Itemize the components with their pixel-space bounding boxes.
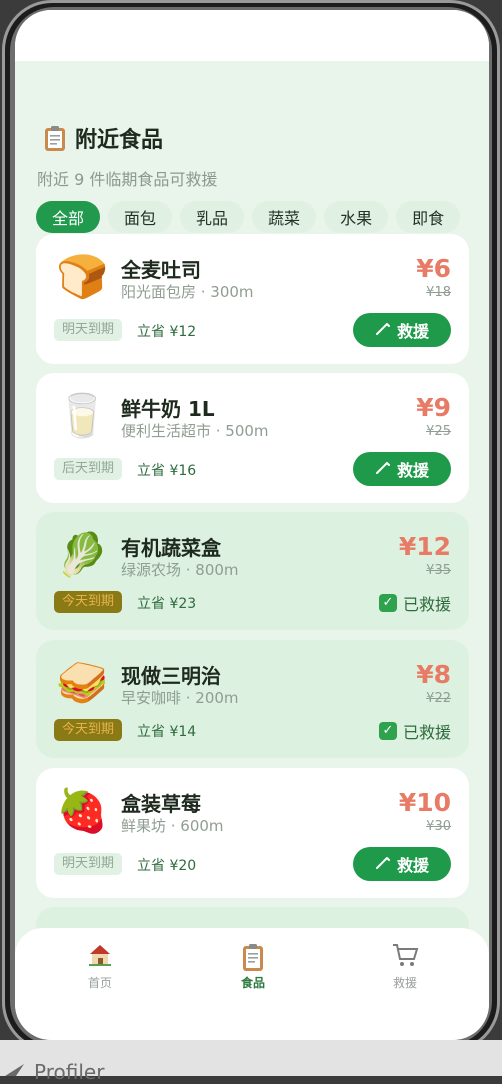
tab-food[interactable]: 食品 <box>223 942 283 991</box>
saving-text: 立省 ¥14 <box>137 724 197 740</box>
expiry-badge: 今天到期 <box>54 719 123 741</box>
category-filter: 全部 面包 乳品 蔬菜 水果 即食 <box>36 201 489 233</box>
filter-chip-ready-meal[interactable]: 即食 <box>396 201 461 233</box>
filter-chip-all[interactable]: 全部 <box>36 201 101 233</box>
discount-price: ¥9 <box>416 393 451 422</box>
checkmark-icon: ✓ <box>378 722 397 740</box>
tab-home-label: 首页 <box>87 976 112 990</box>
shop-distance: 便利生活超市 · 500m <box>121 422 269 440</box>
clipboard-icon <box>43 124 67 152</box>
saving-text: 立省 ¥16 <box>137 463 197 479</box>
original-price: ¥35 <box>426 563 451 578</box>
rescue-button-label: 救援 <box>396 461 429 480</box>
shop-distance: 绿源农场 · 800m <box>121 561 239 579</box>
expiry-badge: 后天到期 <box>54 458 123 480</box>
discount-price: ¥8 <box>416 660 451 689</box>
milk-icon: 🥛 <box>56 391 109 440</box>
rescued-status: ✓ 已救援 <box>378 591 451 615</box>
rescue-icon <box>375 321 391 340</box>
page-subtitle: 附近 9 件临期食品可救援 <box>37 170 218 189</box>
saving-text: 立省 ¥12 <box>137 324 197 340</box>
lettuce-icon: 🥬 <box>56 530 109 579</box>
original-price: ¥22 <box>426 691 451 706</box>
rescued-status: ✓ 已救援 <box>378 719 451 743</box>
shop-distance: 早安咖啡 · 200m <box>121 689 239 707</box>
house-icon <box>87 942 113 972</box>
sandwich-icon: 🥪 <box>56 658 109 707</box>
rescue-button-label: 救援 <box>396 856 429 875</box>
food-card[interactable]: 🥛 鲜牛奶 1L 便利生活超市 · 500m ¥9 ¥25 后天到期 立省 ¥1… <box>36 373 469 503</box>
expiry-badge: 今天到期 <box>54 591 123 613</box>
filter-chip-bread[interactable]: 面包 <box>108 201 173 233</box>
saving-text: 立省 ¥20 <box>137 858 197 874</box>
expiry-badge: 明天到期 <box>54 853 123 875</box>
strawberry-icon: 🍓 <box>56 786 109 835</box>
checkmark-icon: ✓ <box>378 594 397 612</box>
rescue-button[interactable]: 救援 <box>353 452 451 486</box>
food-card[interactable]: 🥬 有机蔬菜盒 绿源农场 · 800m ¥12 ¥35 今天到期 立省 ¥23 … <box>36 512 469 630</box>
food-card[interactable]: 🍞 全麦吐司 阳光面包房 · 300m ¥6 ¥18 明天到期 立省 ¥12 救… <box>36 234 469 364</box>
rescue-button[interactable]: 救援 <box>353 313 451 347</box>
profiler-tab[interactable]: Profiler <box>34 1060 104 1084</box>
page-title: 附近食品 <box>75 128 164 153</box>
saving-text: 立省 ¥23 <box>137 596 197 612</box>
rescue-button-label: 救援 <box>396 322 429 341</box>
tab-home[interactable]: 首页 <box>70 942 130 991</box>
rescue-icon <box>375 855 391 874</box>
rescue-button[interactable]: 救援 <box>353 847 451 881</box>
rescued-label: 已救援 <box>402 595 451 614</box>
send-icon <box>4 1062 26 1076</box>
bread-icon: 🍞 <box>56 252 109 301</box>
food-name: 有机蔬菜盒 <box>121 536 221 560</box>
food-name: 全麦吐司 <box>121 258 201 282</box>
tab-rescue-label: 救援 <box>392 976 417 990</box>
filter-chip-dairy[interactable]: 乳品 <box>180 201 245 233</box>
tab-food-label: 食品 <box>240 976 265 990</box>
food-name: 盒装草莓 <box>121 792 201 816</box>
rescue-icon <box>375 460 391 479</box>
filter-chip-fruit[interactable]: 水果 <box>324 201 389 233</box>
filter-chip-vegetable[interactable]: 蔬菜 <box>252 201 317 233</box>
app-screen: 附近食品 附近 9 件临期食品可救援 全部 面包 乳品 蔬菜 水果 即食 🍞 全… <box>15 10 489 1040</box>
cart-icon <box>391 942 419 972</box>
status-bar <box>15 10 489 61</box>
original-price: ¥25 <box>426 424 451 439</box>
original-price: ¥18 <box>426 285 451 300</box>
tab-rescue[interactable]: 救援 <box>375 942 435 991</box>
shop-distance: 阳光面包房 · 300m <box>121 283 254 301</box>
expiry-badge: 明天到期 <box>54 319 123 341</box>
food-name: 鲜牛奶 1L <box>121 397 215 421</box>
clipboard-icon <box>240 942 266 972</box>
page-header: 附近食品 <box>43 122 163 154</box>
food-card[interactable]: 🥪 现做三明治 早安咖啡 · 200m ¥8 ¥22 今天到期 立省 ¥14 ✓… <box>36 640 469 758</box>
original-price: ¥30 <box>426 819 451 834</box>
discount-price: ¥10 <box>398 788 451 817</box>
discount-price: ¥6 <box>416 254 451 283</box>
food-card[interactable]: 🍓 盒装草莓 鲜果坊 · 600m ¥10 ¥30 明天到期 立省 ¥20 救援 <box>36 768 469 898</box>
shop-distance: 鲜果坊 · 600m <box>121 817 224 835</box>
rescued-label: 已救援 <box>402 723 451 742</box>
discount-price: ¥12 <box>398 532 451 561</box>
bottom-tab-bar: 首页 食品 救援 <box>15 928 489 1040</box>
food-name: 现做三明治 <box>121 664 221 688</box>
